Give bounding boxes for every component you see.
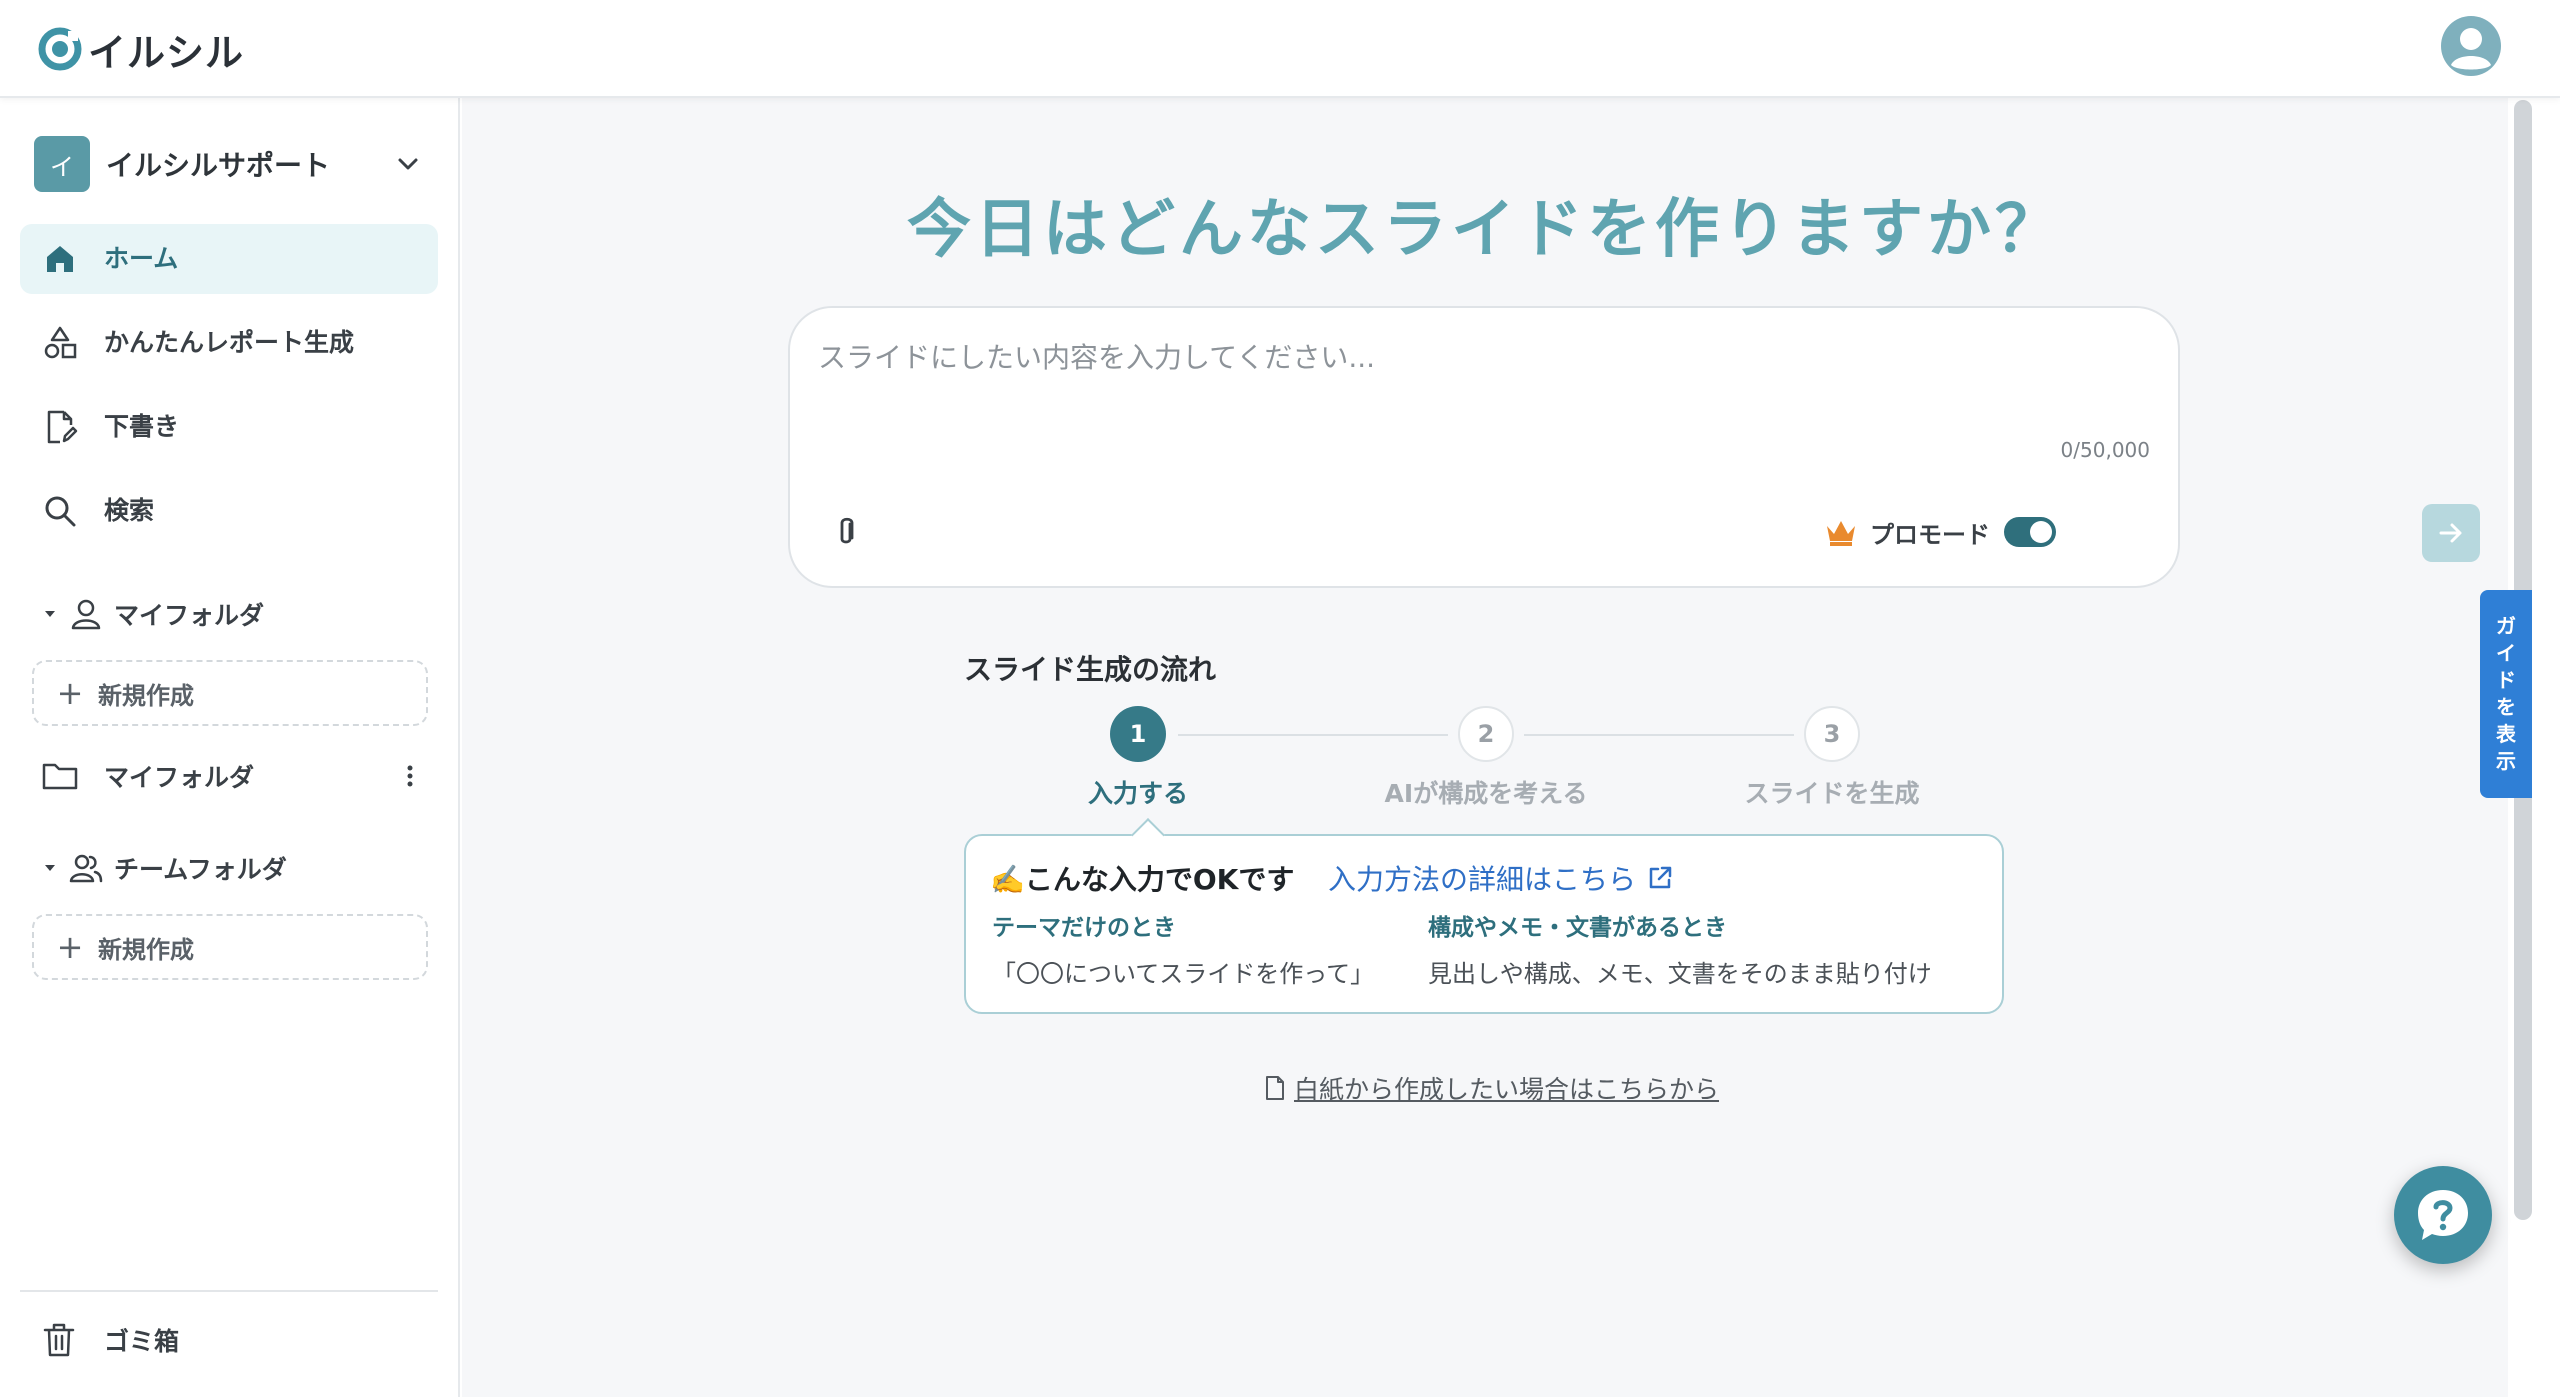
sidebar-item-label: ホーム: [104, 244, 179, 273]
blank-create-link-label: 白紙から作成したい場合はこちらから: [1294, 1075, 1720, 1104]
pro-mode-label: プロモード: [1870, 520, 1990, 549]
sidebar-item-label: かんたんレポート生成: [104, 328, 355, 357]
tip-col1-heading: テーマだけのとき: [992, 915, 1176, 941]
user-icon: [71, 599, 101, 630]
document-icon: [1266, 1076, 1284, 1100]
step-2-label: AIが構成を考える: [1384, 779, 1588, 808]
document-edit-icon: [47, 410, 78, 444]
guide-tab-char: ド: [2496, 668, 2516, 692]
more-options-icon[interactable]: [396, 762, 424, 790]
step-connector: [1524, 734, 1794, 736]
tip-col2-heading: 構成やメモ・文書があるとき: [1428, 915, 1727, 941]
prompt-input[interactable]: [818, 336, 2148, 446]
logo-icon: [38, 27, 82, 71]
app-name: イルシル: [88, 30, 245, 75]
new-my-folder-button[interactable]: + 新規作成: [32, 660, 428, 726]
plus-icon: +: [56, 928, 84, 966]
guide-tab-char: 表: [2496, 722, 2516, 746]
prompt-composer: 0/50,000 プロモード: [788, 306, 2480, 588]
step-3-label: スライドを生成: [1744, 779, 1920, 808]
user-avatar-icon[interactable]: [2440, 15, 2502, 77]
guide-tab-char: を: [2496, 695, 2516, 719]
step-2-circle: 2: [1458, 706, 1514, 762]
folder-label: マイフォルダ: [104, 763, 255, 792]
step-1-label: 入力する: [1087, 779, 1188, 808]
workspace-avatar: イ: [34, 136, 90, 192]
tip-title: ✍️こんな入力でOKです: [990, 863, 1295, 896]
toggle-knob: [2030, 521, 2052, 543]
crown-icon: [1827, 521, 1855, 546]
top-bar: イルシル: [0, 0, 2560, 98]
workspace-name: イルシルサポート: [106, 149, 331, 182]
sidebar-item-search[interactable]: 検索: [20, 476, 438, 546]
plus-icon: +: [56, 674, 84, 712]
new-button-label: 新規作成: [98, 935, 194, 964]
sidebar-item-home[interactable]: ホーム: [20, 224, 438, 294]
blank-create-link[interactable]: 白紙から作成したい場合はこちらから: [1264, 1070, 1719, 1106]
section-title: マイフォルダ: [114, 601, 265, 630]
home-icon: [47, 246, 73, 272]
workspace-switcher[interactable]: イ イルシルサポート: [34, 136, 434, 192]
my-folder-section[interactable]: マイフォルダ: [42, 594, 264, 634]
external-link-icon: [1649, 866, 1672, 889]
flow-title: スライド生成の流れ: [964, 653, 1217, 686]
sidebar-item-label: ゴミ箱: [104, 1327, 180, 1356]
chevron-down-icon[interactable]: [390, 146, 426, 182]
arrow-right-icon: [2439, 523, 2462, 543]
input-guide-link[interactable]: 入力方法の詳細はこちら: [1328, 858, 1674, 898]
sidebar-item-report[interactable]: かんたんレポート生成: [20, 308, 438, 378]
folder-icon: [42, 763, 78, 790]
sidebar-item-label: 検索: [104, 496, 155, 525]
input-guide-link-label: 入力方法の詳細はこちら: [1328, 863, 1637, 896]
character-counter: 0/50,000: [2060, 438, 2150, 462]
caret-down-icon[interactable]: [42, 860, 58, 876]
new-button-label: 新規作成: [98, 681, 194, 710]
sidebar: イ イルシルサポート ホーム かんたんレポート生成 下書き 検索 マイフォルダ …: [0, 98, 460, 1397]
pro-mode-toggle[interactable]: [2004, 517, 2056, 547]
send-button[interactable]: [2422, 504, 2480, 562]
guide-tab-char: イ: [2496, 641, 2516, 665]
step-1-circle: 1: [1110, 706, 1166, 762]
caret-down-icon[interactable]: [42, 606, 58, 622]
input-tip-card: ✍️こんな入力でOKです 入力方法の詳細はこちら テーマだけのとき 構成やメモ・…: [964, 818, 2004, 1014]
guide-tab-char: ガ: [2496, 614, 2516, 638]
guide-tab-char: 示: [2496, 749, 2516, 773]
help-chat-icon: [2418, 1190, 2468, 1240]
main-content: 今日はどんなスライドを作りますか？ 0/50,000 プロモード スライド生成の…: [462, 98, 2508, 1397]
tip-col2-text: 見出しや構成、メモ、文書をそのまま貼り付け: [1428, 960, 1932, 988]
folder-item[interactable]: マイフォルダ: [40, 748, 434, 804]
pro-mode-control: プロモード: [1824, 512, 2056, 552]
tip-col1-text: 「〇〇についてスライドを作って」: [992, 960, 1375, 988]
sidebar-item-trash[interactable]: ゴミ箱: [40, 1310, 179, 1370]
sidebar-item-label: 下書き: [104, 412, 180, 441]
step-3-circle: 3: [1804, 706, 1860, 762]
app-logo[interactable]: イルシル: [38, 24, 245, 75]
page-title: 今日はどんなスライドを作りますか？: [907, 193, 2063, 267]
show-guide-tab[interactable]: ガ イ ド を 表 示: [2480, 590, 2532, 798]
tip-pointer: [1131, 818, 1165, 852]
search-icon: [45, 496, 76, 527]
team-icon: [69, 854, 103, 883]
trash-icon: [43, 1323, 75, 1357]
section-title: チームフォルダ: [114, 855, 287, 884]
paperclip-icon[interactable]: [828, 514, 864, 550]
help-button[interactable]: [2394, 1166, 2492, 1264]
sidebar-divider: [20, 1290, 438, 1292]
step-connector: [1178, 734, 1448, 736]
sidebar-item-drafts[interactable]: 下書き: [20, 392, 438, 462]
shapes-icon: [44, 326, 77, 359]
team-folder-section[interactable]: チームフォルダ: [42, 848, 287, 888]
new-team-folder-button[interactable]: + 新規作成: [32, 914, 428, 980]
